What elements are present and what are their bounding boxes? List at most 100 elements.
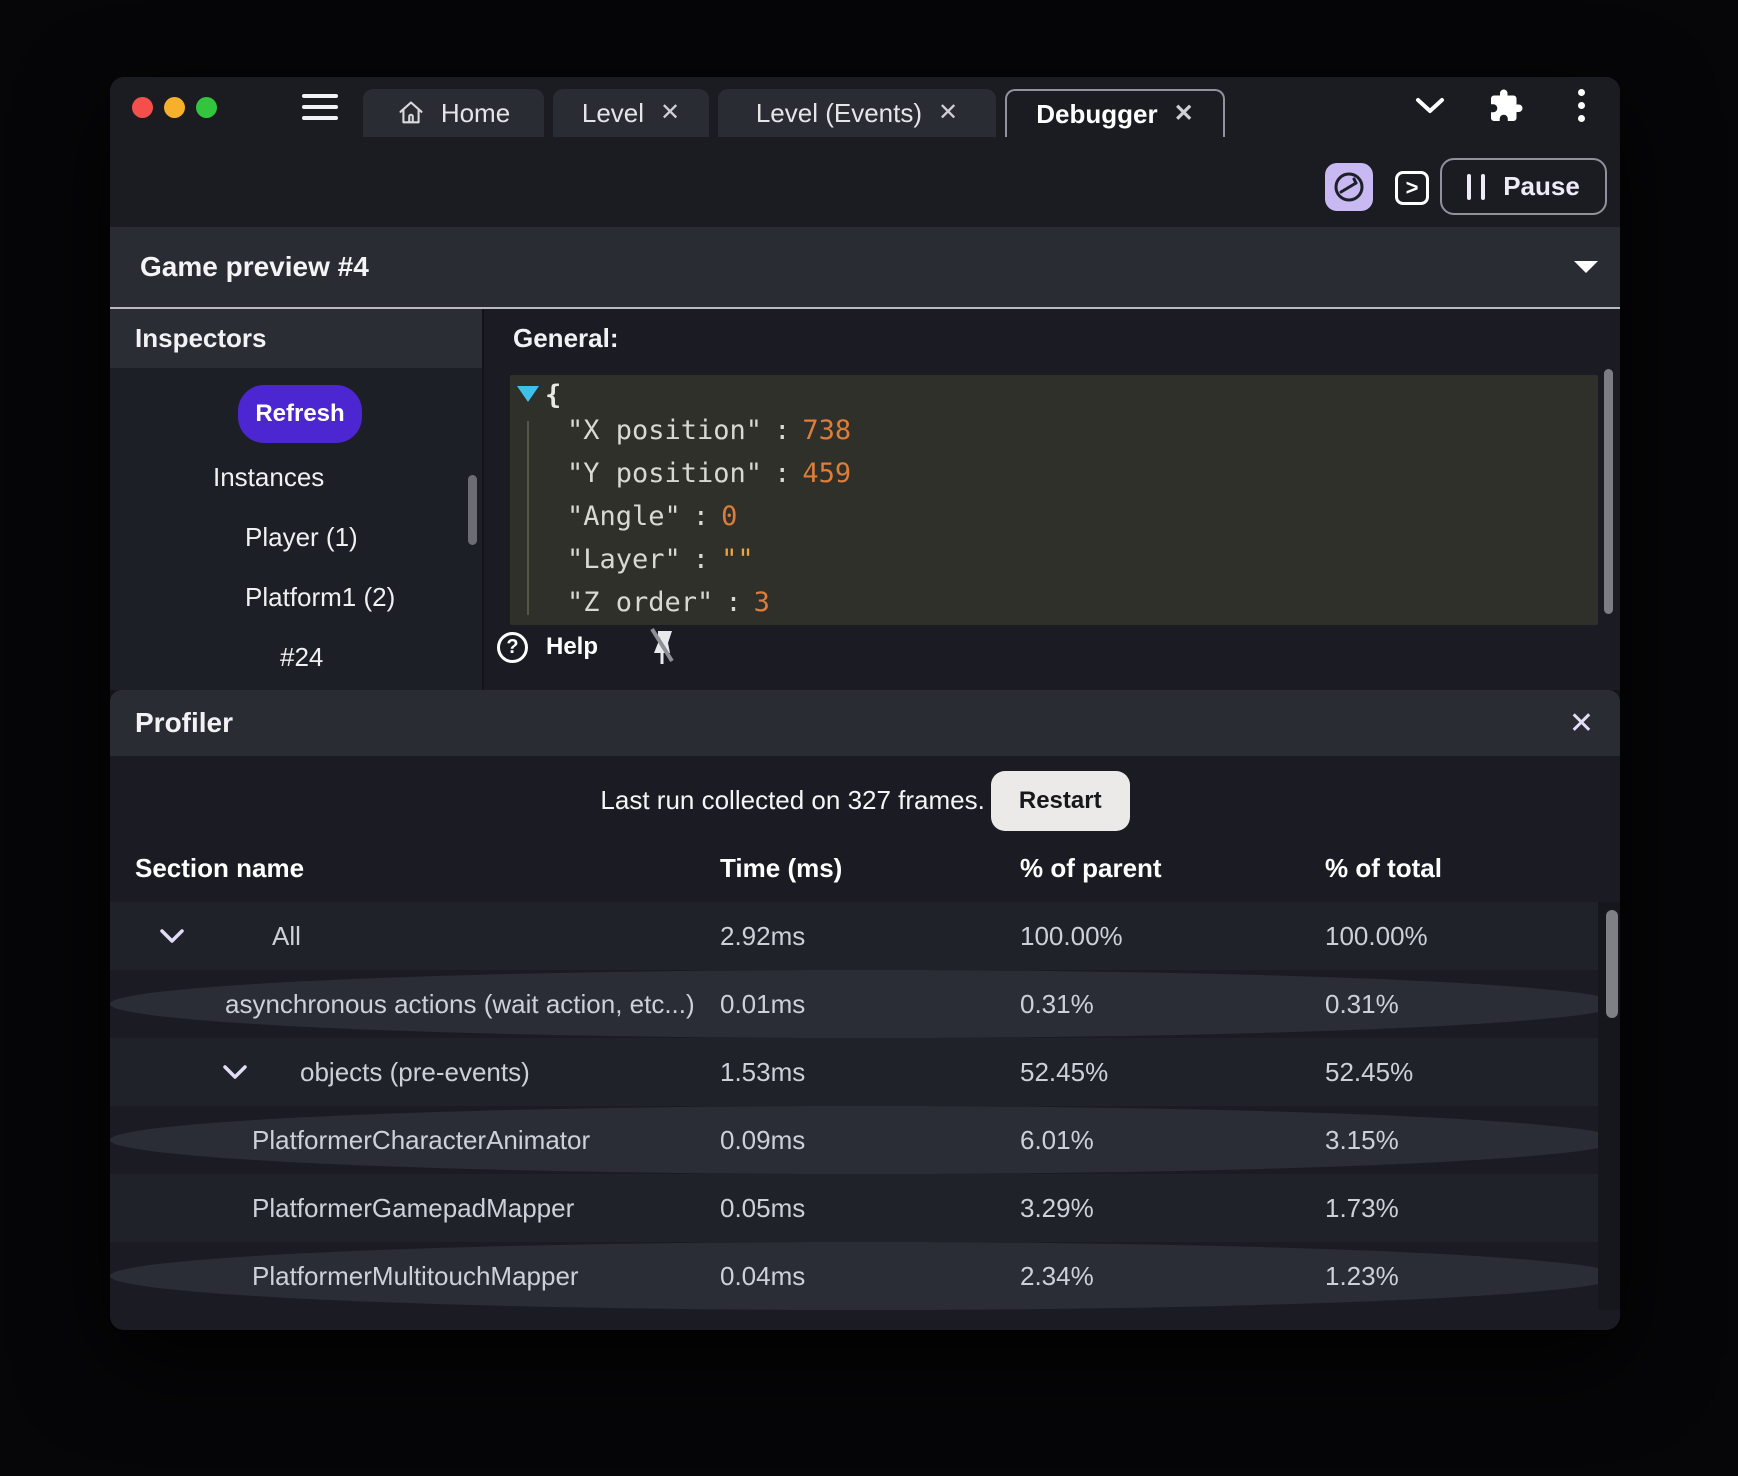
help-row: ? Help bbox=[497, 627, 678, 667]
close-icon[interactable]: ✕ bbox=[1569, 690, 1594, 756]
section-name: objects (pre-events) bbox=[300, 1056, 530, 1087]
indent-guide bbox=[527, 421, 529, 615]
profiler-status-text: Last run collected on 327 frames. bbox=[600, 785, 985, 815]
section-name: PlatformerMultitouchMapper bbox=[252, 1260, 579, 1291]
percent-parent-value: 100.00% bbox=[1020, 920, 1123, 951]
close-icon[interactable]: ✕ bbox=[1174, 102, 1194, 126]
app-window: Home Level ✕ Level (Events) ✕ Debugger ✕ bbox=[110, 77, 1620, 1330]
hamburger-menu-icon[interactable] bbox=[302, 94, 338, 120]
json-inspector: { "X position" : 738 "Y position" : 459 … bbox=[510, 375, 1598, 625]
general-panel: General: { "X position" : 738 "Y positio… bbox=[484, 309, 1620, 690]
json-colon: : bbox=[725, 586, 742, 618]
tab-label: Debugger bbox=[1036, 98, 1158, 129]
tab-label: Home bbox=[440, 97, 511, 128]
extensions-puzzle-icon[interactable] bbox=[1488, 88, 1524, 124]
json-line-x-position: "X position" : 738 bbox=[567, 411, 851, 449]
percent-parent-value: 0.31% bbox=[1020, 988, 1094, 1019]
json-value: 738 bbox=[802, 414, 852, 446]
traffic-minimize-button[interactable] bbox=[164, 97, 185, 118]
tree-item-platform1[interactable]: Platform1 (2) bbox=[245, 578, 395, 616]
tab-home[interactable]: Home bbox=[363, 89, 544, 137]
time-value: 0.04ms bbox=[720, 1260, 806, 1291]
help-question-icon[interactable]: ? bbox=[497, 631, 528, 663]
tab-level[interactable]: Level ✕ bbox=[553, 89, 709, 137]
table-row-all[interactable]: All 2.92ms 100.00% 100.00% bbox=[110, 902, 1620, 970]
column-header-time: Time (ms) bbox=[720, 853, 843, 883]
tree-item-instances[interactable]: Instances bbox=[213, 458, 324, 496]
json-colon: : bbox=[692, 500, 710, 532]
chevron-down-icon[interactable] bbox=[1572, 259, 1600, 275]
tab-label: Level bbox=[581, 97, 645, 128]
close-icon[interactable]: ✕ bbox=[938, 101, 958, 125]
chevron-down-icon[interactable] bbox=[159, 928, 185, 944]
speedometer-gauge-icon bbox=[1334, 172, 1364, 202]
tree-item-player[interactable]: Player (1) bbox=[245, 518, 358, 556]
json-line-angle: "Angle" : 0 bbox=[567, 497, 737, 535]
percent-total-value: 1.23% bbox=[1325, 1260, 1399, 1291]
time-value: 1.53ms bbox=[720, 1056, 806, 1087]
section-name: asynchronous actions (wait action, etc..… bbox=[225, 988, 695, 1019]
profiler-status-row: Last run collected on 327 frames. Restar… bbox=[110, 756, 1620, 845]
debugger-content: Inspectors Refresh Instances Player (1) … bbox=[110, 309, 1620, 690]
percent-total-value: 100.00% bbox=[1325, 920, 1428, 951]
tree-item-instance-24[interactable]: #24 bbox=[280, 638, 323, 676]
inspectors-header: Inspectors bbox=[110, 309, 482, 368]
traffic-zoom-button[interactable] bbox=[196, 97, 217, 118]
json-colon: : bbox=[774, 414, 791, 446]
percent-total-value: 0.31% bbox=[1325, 988, 1399, 1019]
json-value: 459 bbox=[802, 457, 852, 489]
table-row-multitouch-mapper: PlatformerMultitouchMapper 0.04ms 2.34% … bbox=[110, 1242, 1620, 1310]
column-header-percent-parent: % of parent bbox=[1020, 853, 1162, 883]
time-value: 0.01ms bbox=[720, 988, 806, 1019]
inspectors-scrollbar[interactable] bbox=[468, 475, 477, 545]
table-row-character-animator: PlatformerCharacterAnimator 0.09ms 6.01%… bbox=[110, 1106, 1620, 1174]
percent-total-value: 52.45% bbox=[1325, 1056, 1414, 1087]
help-link[interactable]: Help bbox=[546, 633, 598, 661]
tab-level-events[interactable]: Level (Events) ✕ bbox=[718, 89, 996, 137]
json-line-layer: "Layer" : "" bbox=[567, 540, 754, 578]
tab-label: Level (Events) bbox=[755, 97, 923, 128]
console-button[interactable]: > bbox=[1395, 171, 1429, 205]
table-row-async-actions: asynchronous actions (wait action, etc..… bbox=[110, 970, 1620, 1038]
json-colon: : bbox=[692, 543, 710, 575]
json-value: 0 bbox=[721, 500, 738, 532]
percent-total-value: 3.15% bbox=[1325, 1124, 1399, 1155]
section-name: PlatformerCharacterAnimator bbox=[252, 1124, 591, 1155]
general-title: General: bbox=[513, 323, 619, 353]
profiler-header: Profiler ✕ bbox=[110, 690, 1620, 756]
profiler-panel: Profiler ✕ Last run collected on 327 fra… bbox=[110, 690, 1620, 1330]
percent-parent-value: 2.34% bbox=[1020, 1260, 1094, 1291]
restart-button[interactable]: Restart bbox=[990, 770, 1130, 831]
unpin-icon[interactable] bbox=[644, 627, 678, 667]
json-key: "Z order" bbox=[567, 586, 714, 618]
pause-icon bbox=[1467, 173, 1486, 200]
percent-parent-value: 52.45% bbox=[1020, 1056, 1109, 1087]
pause-button[interactable]: Pause bbox=[1440, 158, 1607, 215]
chevron-down-icon[interactable] bbox=[1415, 97, 1445, 115]
refresh-button[interactable]: Refresh bbox=[238, 385, 362, 443]
expand-triangle-icon[interactable] bbox=[517, 386, 539, 402]
tab-debugger[interactable]: Debugger ✕ bbox=[1005, 89, 1225, 137]
json-value: 3 bbox=[753, 586, 770, 618]
question-glyph: ? bbox=[506, 635, 519, 658]
json-open-brace: { bbox=[545, 380, 562, 411]
close-icon[interactable]: ✕ bbox=[660, 101, 680, 125]
table-scrollbar[interactable] bbox=[1606, 910, 1618, 1018]
chevron-down-icon[interactable] bbox=[222, 1064, 248, 1080]
table-row-gamepad-mapper: PlatformerGamepadMapper 0.05ms 3.29% 1.7… bbox=[110, 1174, 1620, 1242]
percent-total-value: 1.73% bbox=[1325, 1192, 1399, 1223]
table-row-objects-pre-events[interactable]: objects (pre-events) 1.53ms 52.45% 52.45… bbox=[110, 1038, 1620, 1106]
json-key: "Angle" bbox=[567, 500, 681, 532]
traffic-close-button[interactable] bbox=[132, 97, 153, 118]
json-key: "Y position" bbox=[567, 457, 763, 489]
inspectors-title: Inspectors bbox=[135, 323, 267, 353]
pause-label: Pause bbox=[1503, 171, 1580, 201]
more-options-kebab-icon[interactable] bbox=[1578, 89, 1586, 125]
game-preview-title: Game preview #4 bbox=[140, 251, 369, 282]
json-line-y-position: "Y position" : 459 bbox=[567, 454, 851, 492]
tab-strip: Home Level ✕ Level (Events) ✕ Debugger ✕ bbox=[363, 89, 1225, 137]
column-header-percent-total: % of total bbox=[1325, 853, 1442, 883]
profiler-toggle-button[interactable] bbox=[1325, 163, 1373, 211]
game-preview-selector[interactable]: Game preview #4 bbox=[110, 227, 1620, 309]
general-scrollbar[interactable] bbox=[1604, 369, 1613, 614]
